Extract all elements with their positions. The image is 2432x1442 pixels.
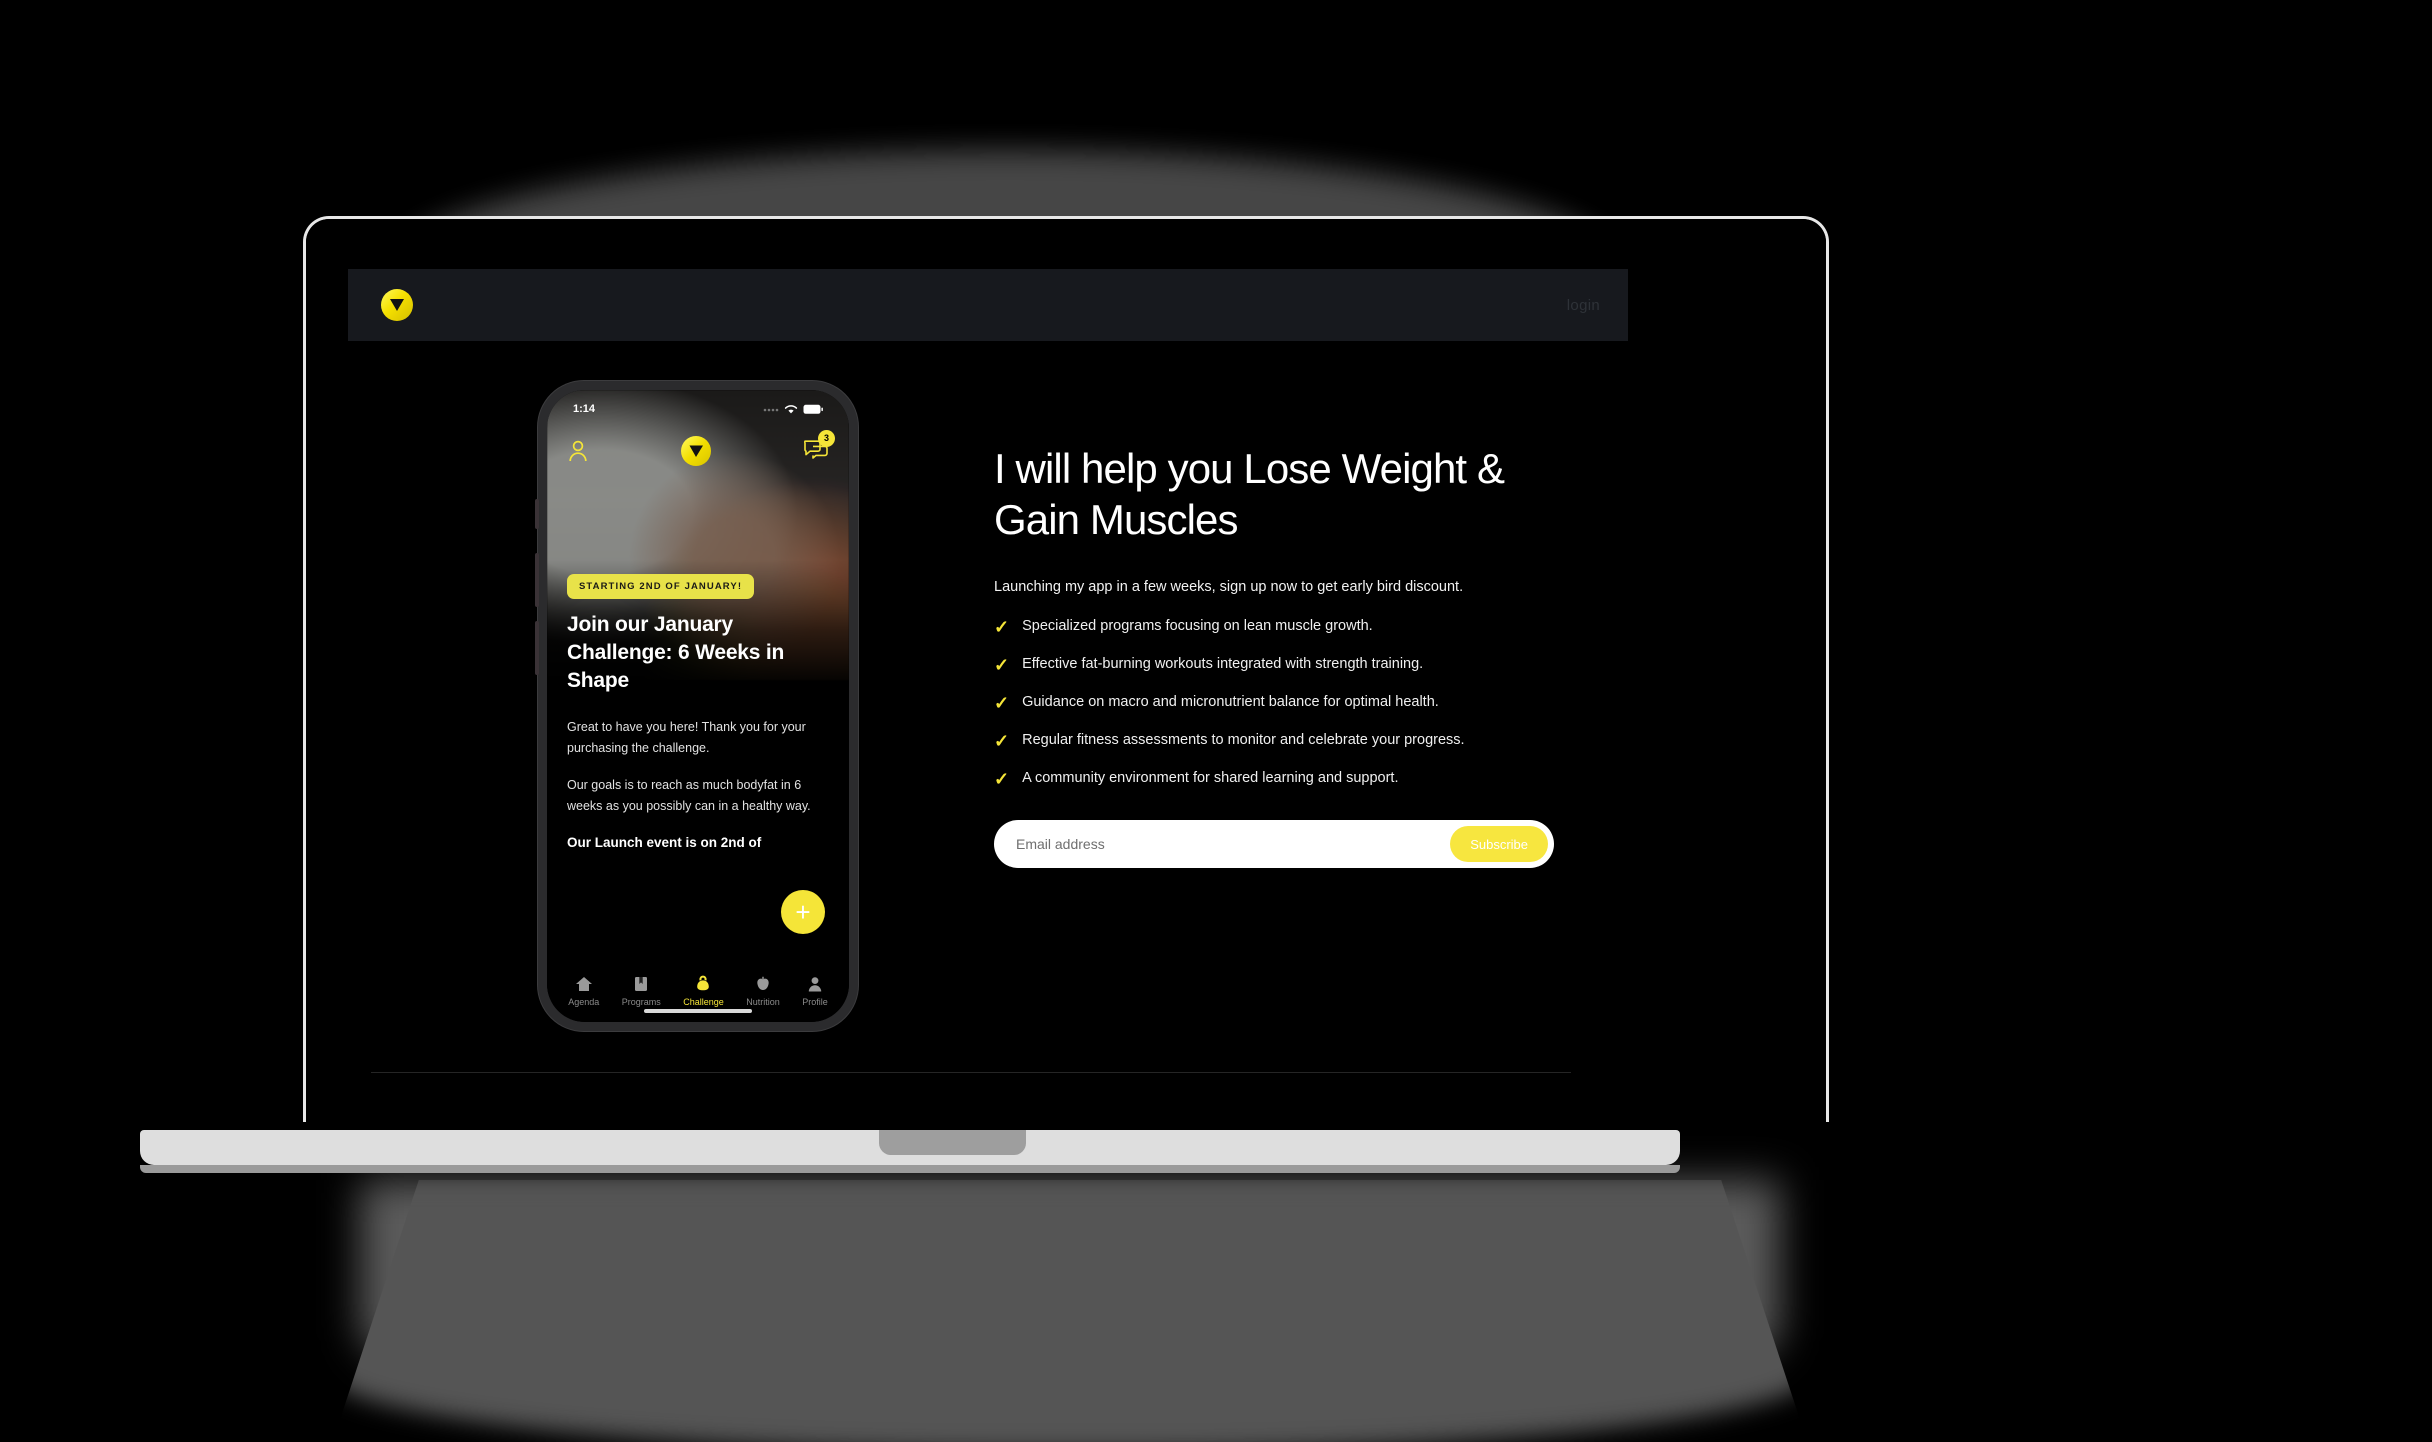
status-time: 1:14: [573, 403, 596, 415]
tab-agenda-label: Agenda: [568, 997, 600, 1007]
status-indicators: [763, 404, 823, 415]
check-icon: ✓: [994, 731, 1010, 752]
phone-mockup: 1:14 3 STARTING 2ND OF JANUARY! Join our…: [535, 381, 858, 1031]
laptop-screen: login 1:14 3 STARTING 2ND OF JANUARY! Jo…: [306, 219, 1826, 1122]
phone-home-indicator: [644, 1009, 752, 1013]
feature-label: A community environment for shared learn…: [1022, 770, 1399, 787]
login-link[interactable]: login: [1567, 297, 1600, 314]
phone-mute-button: [535, 499, 539, 529]
home-icon: [575, 977, 592, 991]
feature-item: ✓ Specialized programs focusing on lean …: [994, 617, 1554, 636]
phone-status-bar: 1:14: [547, 390, 849, 424]
phone-card-paragraph-2: Our goals is to reach as much bodyfat in…: [567, 778, 811, 814]
battery-icon: [803, 404, 823, 414]
phone-app-logo-icon[interactable]: [678, 433, 714, 469]
laptop-base-notch: [879, 1130, 1026, 1155]
check-icon: ✓: [994, 655, 1010, 676]
check-icon: ✓: [994, 769, 1010, 790]
laptop-base-shadow: [330, 1180, 1810, 1442]
book-icon: [635, 977, 648, 991]
feature-label: Guidance on macro and micronutrient bala…: [1022, 694, 1439, 711]
check-icon: ✓: [994, 693, 1010, 714]
phone-card-paragraph-3: Our Launch event is on 2nd of: [567, 835, 762, 851]
person-icon: [808, 977, 822, 992]
phone-card-paragraph-1: Great to have you here! Thank you for yo…: [567, 720, 806, 756]
laptop-lid: login 1:14 3 STARTING 2ND OF JANUARY! Jo…: [303, 216, 1829, 1122]
tab-nutrition[interactable]: Nutrition: [746, 975, 780, 1007]
phone-chat-button[interactable]: 3: [803, 429, 835, 465]
screenshot-canvas: login 1:14 3 STARTING 2ND OF JANUARY! Jo…: [0, 0, 2432, 1442]
tab-profile-label: Profile: [802, 997, 828, 1007]
feature-label: Regular fitness assessments to monitor a…: [1022, 732, 1465, 749]
phone-fab-add-button[interactable]: +: [781, 890, 825, 934]
signal-dots-icon: [763, 408, 779, 412]
site-header: login: [348, 269, 1628, 341]
tab-challenge-label: Challenge: [683, 997, 724, 1007]
kettlebell-icon: [697, 975, 710, 991]
starting-badge: STARTING 2ND OF JANUARY!: [567, 574, 755, 599]
subscribe-form: Subscribe: [994, 820, 1554, 869]
chat-badge: 3: [818, 429, 835, 447]
main-content: 1:14 3 STARTING 2ND OF JANUARY! Join our…: [348, 341, 1628, 1121]
tab-agenda[interactable]: Agenda: [568, 975, 599, 1007]
hero-text-column: I will help you Lose Weight & Gain Muscl…: [994, 443, 1554, 869]
feature-item: ✓ Effective fat-burning workouts integra…: [994, 655, 1554, 674]
apple-icon: [757, 976, 769, 990]
phone-volume-down-button: [535, 621, 539, 675]
tab-programs-label: Programs: [621, 997, 661, 1007]
feature-item: ✓ Regular fitness assessments to monitor…: [994, 731, 1554, 750]
email-input[interactable]: [1016, 836, 1451, 853]
subscribe-button[interactable]: Subscribe: [1450, 826, 1548, 863]
tab-programs[interactable]: Programs: [622, 975, 661, 1007]
tab-challenge[interactable]: Challenge: [683, 975, 724, 1007]
tab-profile[interactable]: Profile: [802, 975, 828, 1007]
wifi-icon: [784, 404, 798, 413]
phone-card-title: Join our January Challenge: 6 Weeks in S…: [567, 613, 785, 693]
check-icon: ✓: [994, 617, 1010, 638]
brand-logo-icon[interactable]: [376, 284, 418, 326]
feature-label: Effective fat-burning workouts integrate…: [1022, 656, 1424, 673]
laptop-base-lip: [140, 1165, 1680, 1173]
person-outline-icon[interactable]: [567, 439, 589, 463]
page-title: I will help you Lose Weight & Gain Muscl…: [994, 445, 1505, 544]
phone-screen: 1:14 3 STARTING 2ND OF JANUARY! Join our…: [547, 390, 849, 1022]
feature-label: Specialized programs focusing on lean mu…: [1022, 618, 1373, 635]
phone-app-topbar: 3: [547, 428, 849, 474]
content-divider: [371, 1072, 1571, 1073]
phone-volume-up-button: [535, 553, 539, 607]
feature-item: ✓ Guidance on macro and micronutrient ba…: [994, 693, 1554, 712]
feature-item: ✓ A community environment for shared lea…: [994, 769, 1554, 788]
tab-nutrition-label: Nutrition: [746, 997, 780, 1007]
hero-subtitle: Launching my app in a few weeks, sign up…: [994, 579, 1464, 596]
